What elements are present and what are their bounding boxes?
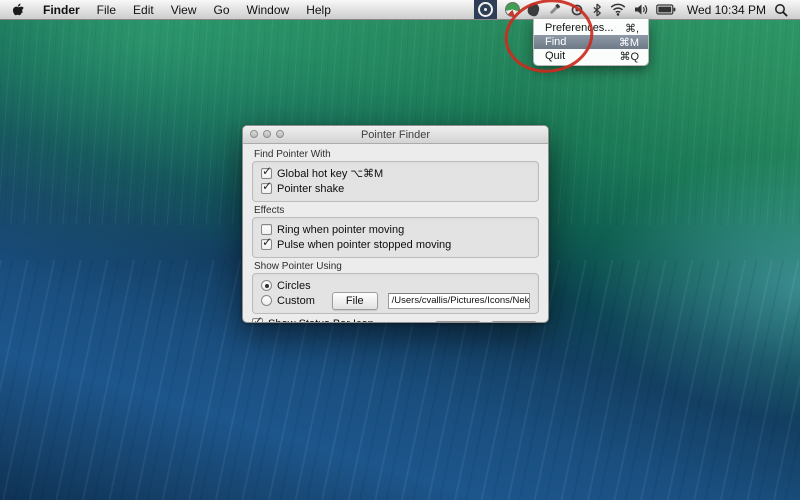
checkbox-unchecked[interactable] <box>261 224 272 235</box>
minimize-window-button[interactable] <box>263 130 271 138</box>
menu-edit[interactable]: Edit <box>133 3 154 17</box>
menu-file[interactable]: File <box>97 3 116 17</box>
traffic-lights <box>250 130 284 138</box>
pointer-circle-icon <box>478 2 493 17</box>
checkmark-icon: ✓ <box>262 235 272 249</box>
checkbox-row-show-status-bar-icon[interactable]: ✓ Show Status Bar Icon <box>252 317 374 323</box>
radio-selected[interactable] <box>261 280 272 291</box>
checkbox-row-global-hotkey[interactable]: ✓ Global hot key ⌥⌘M <box>261 167 530 180</box>
window-content: Find Pointer With ✓ Global hot key ⌥⌘M ✓… <box>243 144 548 323</box>
globe-app-icon[interactable] <box>505 0 520 19</box>
group-show-pointer-using: Circles Custom File /Users/cvallis/Pictu… <box>252 273 539 314</box>
checkbox-label: Show Status Bar Icon <box>268 318 374 324</box>
quit-button[interactable]: Quit <box>490 321 538 323</box>
checkbox-checked[interactable]: ✓ <box>261 168 272 179</box>
window-bottom-row: ✓ Show Status Bar Icon Close Quit <box>252 317 539 323</box>
menu-go[interactable]: Go <box>214 3 230 17</box>
spotlight-icon[interactable] <box>774 0 788 19</box>
status-item-menu: Preferences... ⌘, Find ⌘M Quit ⌘Q <box>533 19 649 66</box>
file-button[interactable]: File <box>332 292 378 310</box>
custom-icon-path-field[interactable]: /Users/cvallis/Pictures/Icons/Neko/icon2 <box>388 293 530 309</box>
menu-item-find[interactable]: Find ⌘M <box>534 35 648 49</box>
window-title: Pointer Finder <box>361 129 430 141</box>
menu-item-label: Preferences... <box>545 22 613 34</box>
menu-item-shortcut: ⌘Q <box>619 50 639 63</box>
checkmark-icon: ✓ <box>262 179 272 193</box>
target-icon[interactable] <box>570 0 584 19</box>
wifi-icon[interactable] <box>610 0 626 19</box>
flashlight-icon[interactable] <box>547 0 562 19</box>
checkmark-icon: ✓ <box>262 164 272 178</box>
group-find-pointer-with: ✓ Global hot key ⌥⌘M ✓ Pointer shake <box>252 161 539 202</box>
menu-item-shortcut: ⌘M <box>619 36 639 49</box>
menu-view[interactable]: View <box>171 3 197 17</box>
checkbox-label: Pointer shake <box>277 183 344 195</box>
zoom-window-button[interactable] <box>276 130 284 138</box>
volume-icon[interactable] <box>634 0 648 19</box>
radio-unselected[interactable] <box>261 295 272 306</box>
checkbox-checked[interactable]: ✓ <box>252 318 263 323</box>
radio-label: Custom <box>277 295 315 307</box>
checkbox-checked[interactable]: ✓ <box>261 183 272 194</box>
menu-item-shortcut: ⌘, <box>625 22 639 35</box>
apple-icon[interactable] <box>13 2 26 17</box>
close-button[interactable]: Close <box>434 321 482 323</box>
radio-row-circles[interactable]: Circles <box>261 279 530 292</box>
menu-item-label: Find <box>545 36 566 48</box>
radio-row-custom[interactable]: Custom File /Users/cvallis/Pictures/Icon… <box>261 294 530 307</box>
menu-bar-clock[interactable]: Wed 10:34 PM <box>687 3 766 17</box>
checkbox-row-pulse-when-stopped[interactable]: ✓ Pulse when pointer stopped moving <box>261 238 530 251</box>
menu-bar-status-area: Wed 10:34 PM <box>474 0 800 19</box>
action-buttons: Close Quit <box>434 321 539 323</box>
group-label-find-pointer-with: Find Pointer With <box>254 149 539 160</box>
menu-item-preferences[interactable]: Preferences... ⌘, <box>534 21 648 35</box>
window-titlebar[interactable]: Pointer Finder <box>243 126 548 144</box>
menu-window[interactable]: Window <box>247 3 290 17</box>
checkmark-icon: ✓ <box>253 314 263 323</box>
menu-bar-left: Finder File Edit View Go Window Help <box>0 2 331 17</box>
pointer-finder-status-icon[interactable] <box>474 0 497 19</box>
dark-app-icon[interactable] <box>528 0 539 19</box>
checkbox-label: Global hot key ⌥⌘M <box>277 167 383 180</box>
close-window-button[interactable] <box>250 130 258 138</box>
bluetooth-icon[interactable] <box>592 0 602 19</box>
menu-bar: Finder File Edit View Go Window Help <box>0 0 800 20</box>
group-effects: Ring when pointer moving ✓ Pulse when po… <box>252 217 539 258</box>
battery-icon[interactable] <box>656 0 676 19</box>
menu-finder[interactable]: Finder <box>43 3 80 17</box>
checkbox-row-pointer-shake[interactable]: ✓ Pointer shake <box>261 182 530 195</box>
pointer-finder-window: Pointer Finder Find Pointer With ✓ Globa… <box>242 125 549 323</box>
checkbox-label: Ring when pointer moving <box>277 224 404 236</box>
menu-help[interactable]: Help <box>306 3 331 17</box>
checkbox-row-ring-when-moving[interactable]: Ring when pointer moving <box>261 223 530 236</box>
group-label-effects: Effects <box>254 205 539 216</box>
menu-item-label: Quit <box>545 50 565 62</box>
group-label-show-pointer-using: Show Pointer Using <box>254 261 539 272</box>
menu-item-quit[interactable]: Quit ⌘Q <box>534 49 648 63</box>
checkbox-checked[interactable]: ✓ <box>261 239 272 250</box>
radio-label: Circles <box>277 280 311 292</box>
checkbox-label: Pulse when pointer stopped moving <box>277 239 451 251</box>
